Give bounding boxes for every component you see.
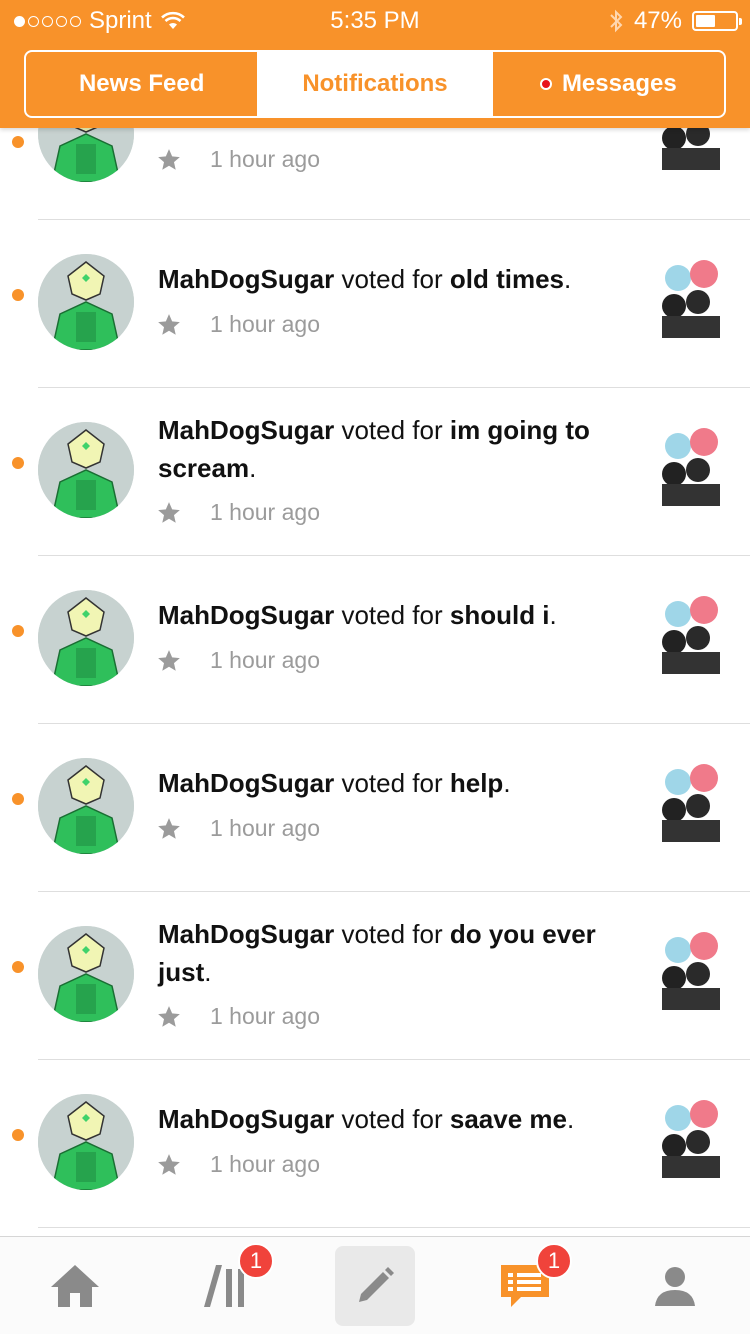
compose-button[interactable] (335, 1246, 415, 1326)
star-icon[interactable] (156, 147, 182, 173)
post-title[interactable]: old times (450, 264, 564, 294)
unread-indicator (12, 457, 24, 469)
notification-text: MahDogSugar voted for should i. (158, 600, 557, 630)
notification-meta: 1 hour ago (156, 499, 320, 526)
post-title[interactable]: saave me (450, 1104, 567, 1134)
username[interactable]: MahDogSugar (158, 1104, 334, 1134)
avatar[interactable] (38, 254, 134, 350)
unread-messages-dot (539, 78, 552, 90)
notification-meta: 1 hour ago (156, 1151, 320, 1178)
post-title[interactable]: should i (450, 600, 550, 630)
notification-row[interactable]: MahDogSugar voted for old times. 1 hour … (0, 220, 750, 388)
action-text: voted for (334, 919, 450, 949)
username[interactable]: MahDogSugar (158, 264, 334, 294)
timestamp: 1 hour ago (210, 815, 320, 841)
username[interactable]: MahDogSugar (158, 919, 334, 949)
post-thumbnail[interactable] (648, 244, 728, 348)
username[interactable]: MahDogSugar (158, 768, 334, 798)
notification-meta: 1 hour ago (156, 146, 320, 173)
timestamp: 1 hour ago (210, 311, 320, 337)
tab-home[interactable] (0, 1237, 150, 1335)
timestamp: 1 hour ago (210, 146, 320, 172)
star-icon[interactable] (156, 500, 182, 526)
notification-text: MahDogSugar voted for do you ever just. (158, 919, 596, 987)
notification-meta: 1 hour ago (156, 311, 320, 338)
avatar[interactable] (38, 926, 134, 1022)
action-text: voted for (334, 1104, 450, 1134)
tab-news-feed-label: News Feed (78, 70, 205, 97)
tab-messages-label: Messages (561, 70, 677, 97)
timestamp: 1 hour ago (210, 647, 320, 673)
unread-indicator (12, 625, 24, 637)
feed-switcher: News Feed Notifications Messages (24, 50, 726, 118)
app-header: Sprint 5:35 PM 47% News Feed Notificatio… (0, 0, 750, 128)
post-thumbnail[interactable] (648, 580, 728, 684)
post-thumbnail[interactable] (648, 412, 728, 516)
pencil-icon (359, 1267, 394, 1302)
timestamp: 1 hour ago (210, 1003, 320, 1029)
battery-area: 47% (608, 7, 742, 35)
post-thumbnail[interactable] (648, 748, 728, 852)
user-icon (655, 1267, 695, 1306)
bottom-tab-bar: 1 1 (0, 1236, 750, 1334)
post-title[interactable]: help (450, 768, 503, 798)
timestamp: 1 hour ago (210, 1151, 320, 1177)
tab-library[interactable]: 1 (150, 1237, 300, 1335)
tab-compose[interactable] (300, 1237, 450, 1335)
battery-icon (692, 11, 742, 31)
home-icon (51, 1265, 99, 1307)
star-icon[interactable] (156, 816, 182, 842)
notification-row[interactable]: MahDogSugar voted for help. 1 hour ago (0, 724, 750, 892)
tab-profile[interactable] (600, 1237, 750, 1335)
status-bar: Sprint 5:35 PM 47% (0, 0, 750, 40)
star-icon[interactable] (156, 1004, 182, 1030)
avatar[interactable] (38, 758, 134, 854)
unread-indicator (12, 289, 24, 301)
notification-text: MahDogSugar voted for help. (158, 768, 511, 798)
star-icon[interactable] (156, 648, 182, 674)
tab-notifications-label: Notifications (302, 70, 448, 97)
notification-meta: 1 hour ago (156, 647, 320, 674)
post-thumbnail[interactable] (648, 1084, 728, 1188)
battery-percent: 47% (633, 7, 682, 34)
post-thumbnail[interactable] (648, 916, 728, 1020)
notification-text: MahDogSugar voted for old times. (158, 264, 572, 294)
action-text: voted for (334, 415, 450, 445)
notification-row[interactable]: MahDogSugar voted for im going to scream… (0, 388, 750, 556)
notification-row[interactable]: MahDogSugar voted for do you ever just. … (0, 892, 750, 1060)
tab-messages[interactable]: Messages (490, 52, 724, 116)
unread-indicator (12, 961, 24, 973)
unread-indicator (12, 1129, 24, 1141)
notification-row[interactable]: MahDogSugar voted for saave me. 1 hour a… (0, 1060, 750, 1228)
avatar[interactable] (38, 422, 134, 518)
username[interactable]: MahDogSugar (158, 415, 334, 445)
star-icon[interactable] (156, 1152, 182, 1178)
avatar[interactable] (38, 590, 134, 686)
timestamp: 1 hour ago (210, 499, 320, 525)
bluetooth-icon (610, 9, 623, 33)
notification-list: 1 hour ago MahDogSugar voted for old tim… (0, 52, 750, 1228)
tab-notifications[interactable]: Notifications (257, 52, 491, 116)
action-text: voted for (334, 264, 450, 294)
unread-indicator (12, 793, 24, 805)
action-text: voted for (334, 768, 450, 798)
avatar[interactable] (38, 1094, 134, 1190)
notification-text: MahDogSugar voted for im going to scream… (158, 415, 590, 483)
unread-indicator (12, 136, 24, 148)
username[interactable]: MahDogSugar (158, 600, 334, 630)
action-text: voted for (334, 600, 450, 630)
notification-text: MahDogSugar voted for saave me. (158, 1104, 575, 1134)
star-icon[interactable] (156, 312, 182, 338)
notification-row[interactable]: MahDogSugar voted for should i. 1 hour a… (0, 556, 750, 724)
library-badge: 1 (238, 1243, 274, 1279)
tab-notifications[interactable]: 1 (450, 1237, 600, 1335)
row-divider (38, 1227, 750, 1228)
notification-meta: 1 hour ago (156, 815, 320, 842)
notifications-badge: 1 (536, 1243, 572, 1279)
tab-news-feed[interactable]: News Feed (26, 52, 257, 116)
notification-meta: 1 hour ago (156, 1003, 320, 1030)
